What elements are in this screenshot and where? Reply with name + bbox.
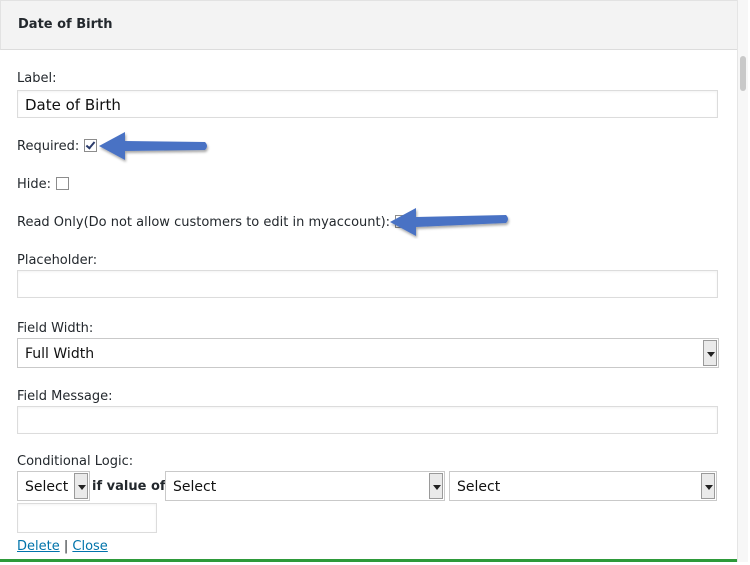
if-value-of-text: if value of	[92, 479, 166, 494]
hide-row: Hide:	[17, 177, 70, 192]
annotation-arrow-required	[99, 132, 207, 160]
field-width-label: Field Width:	[17, 321, 94, 336]
chevron-down-icon[interactable]	[74, 473, 88, 499]
label-field-label: Label:	[17, 71, 57, 86]
condition-select-3-value: Select	[457, 479, 501, 495]
chevron-down-icon[interactable]	[429, 473, 443, 499]
placeholder-field-label: Placeholder:	[17, 253, 98, 268]
required-row: Required:	[17, 139, 98, 154]
chevron-down-icon[interactable]	[701, 473, 715, 499]
scrollbar[interactable]	[737, 0, 748, 562]
action-separator: |	[63, 539, 69, 554]
condition-select-1[interactable]: Select	[17, 471, 90, 501]
read-only-label: Read Only(Do not allow customers to edit…	[17, 215, 391, 230]
required-label: Required:	[17, 139, 80, 154]
field-message-input[interactable]	[17, 406, 718, 434]
annotation-arrow-read-only	[390, 208, 508, 236]
condition-select-3[interactable]: Select	[449, 471, 717, 501]
hide-label: Hide:	[17, 177, 52, 192]
condition-select-1-value: Select	[25, 479, 69, 495]
condition-value-input[interactable]	[17, 503, 157, 533]
delete-link[interactable]: Delete	[17, 539, 60, 554]
chevron-down-icon[interactable]	[703, 340, 717, 366]
scrollbar-thumb[interactable]	[740, 56, 746, 91]
panel-title: Date of Birth	[18, 17, 113, 32]
actions-row: Delete | Close	[17, 539, 108, 554]
placeholder-input[interactable]	[17, 270, 718, 298]
close-link[interactable]: Close	[72, 539, 107, 554]
read-only-row: Read Only(Do not allow customers to edit…	[17, 215, 409, 230]
field-width-select[interactable]: Full Width	[17, 338, 719, 368]
panel-header[interactable]: Date of Birth	[0, 0, 737, 50]
hide-checkbox[interactable]	[56, 177, 70, 190]
field-message-label: Field Message:	[17, 389, 113, 404]
conditional-logic-label: Conditional Logic:	[17, 454, 134, 469]
field-width-value: Full Width	[25, 346, 95, 362]
condition-select-2[interactable]: Select	[165, 471, 445, 501]
condition-select-2-value: Select	[173, 479, 217, 495]
label-input[interactable]: Date of Birth	[17, 90, 718, 118]
